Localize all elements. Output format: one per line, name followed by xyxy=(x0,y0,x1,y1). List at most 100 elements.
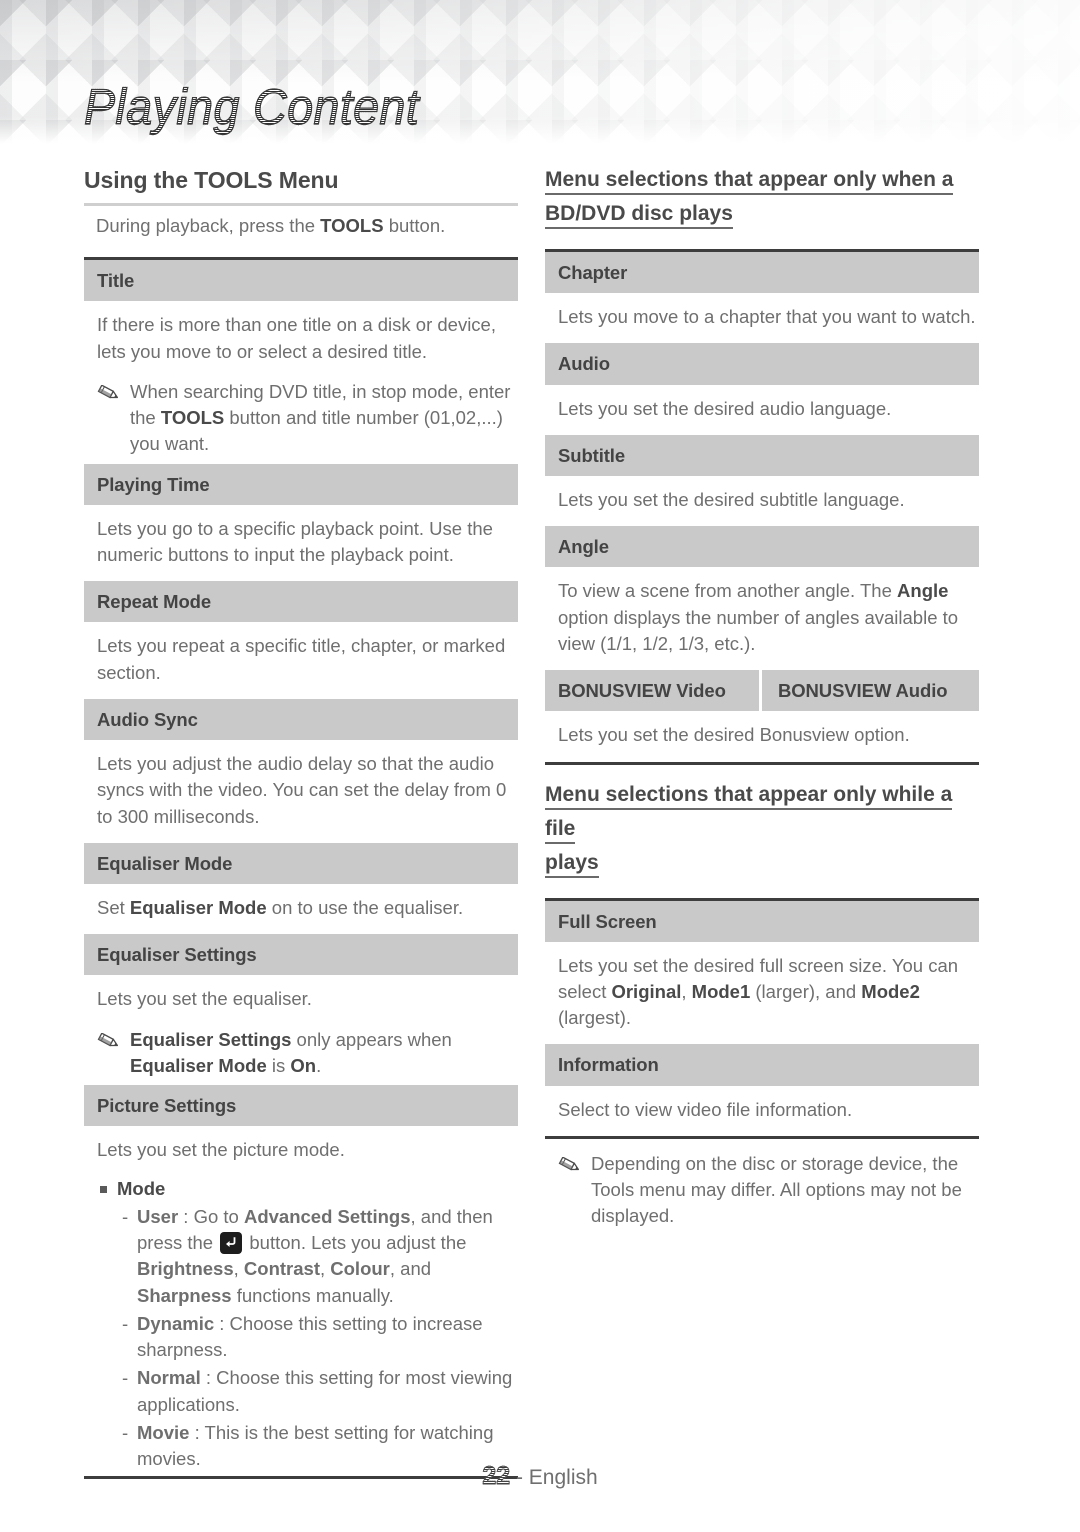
sub-item-normal-label: Normal xyxy=(137,1367,201,1389)
note-eq-mid: only appears when xyxy=(291,1028,452,1050)
bonusview-audio-header: BONUSVIEW Audio xyxy=(759,670,979,712)
sub-item-user-b5: Sharpness xyxy=(137,1284,232,1306)
table-row-body-subtitle: Lets you set the desired subtitle langua… xyxy=(558,488,905,510)
intro-text-part2: button. xyxy=(383,214,446,236)
eq-mode-post: on to use the equaliser. xyxy=(266,896,464,918)
tools-menu-table: Title If there is more than one title on… xyxy=(84,257,518,1480)
note-title-text: When searching DVD title, in stop mode, … xyxy=(130,379,514,458)
table-row-header-equaliser-settings: Equaliser Settings xyxy=(84,934,518,976)
note-title: When searching DVD title, in stop mode, … xyxy=(84,375,518,464)
table-row-header-repeat-mode: Repeat Mode xyxy=(84,581,518,623)
list-item: - Dynamic : Choose this setting to incre… xyxy=(100,1309,518,1364)
table-row-body-title: If there is more than one title on a dis… xyxy=(97,314,496,362)
section-heading-tools-menu: Using the TOOLS Menu xyxy=(84,167,339,193)
fullscreen-c1: , xyxy=(681,980,692,1002)
table-row-body-audio: Lets you set the desired audio language. xyxy=(558,397,892,419)
sub-item-dynamic-label: Dynamic xyxy=(137,1312,215,1334)
sub-item-user-b2: Brightness xyxy=(137,1258,234,1280)
fullscreen-b3: Mode2 xyxy=(861,980,920,1002)
eq-mode-bold: Equaliser Mode xyxy=(129,896,267,918)
section-heading-file-plays-line1: Menu selections that appear only while a… xyxy=(545,782,953,844)
note-eq-end: . xyxy=(316,1054,322,1076)
table-row-body-picture-settings: Lets you set the picture mode. xyxy=(97,1139,345,1161)
table-row-body-audio-sync: Lets you adjust the audio delay so that … xyxy=(97,753,507,827)
table-row-header-picture-settings: Picture Settings xyxy=(84,1085,518,1127)
sub-item-user-pre: Go to xyxy=(193,1205,244,1227)
sub-item-normal-sep: : xyxy=(200,1367,217,1389)
table-row-body-full-screen: Lets you set the desired full screen siz… xyxy=(545,942,979,1045)
list-item: - Normal : Choose this setting for most … xyxy=(100,1363,518,1418)
table-row-header-audio-sync: Audio Sync xyxy=(84,698,518,741)
angle-bold: Angle xyxy=(897,580,949,602)
table-row-header-angle: Angle xyxy=(545,526,979,568)
table-row-body-equaliser-mode: Set Equaliser Mode on to use the equalis… xyxy=(84,884,518,934)
intro-text: During playback, press the TOOLS button. xyxy=(96,213,518,239)
right-column: Menu selections that appear only when a … xyxy=(545,150,979,1236)
note-eq-b3: On xyxy=(290,1054,317,1076)
section-heading-bd-dvd-line2: BD/DVD disc plays xyxy=(545,202,733,230)
note-title-bold: TOOLS xyxy=(160,407,225,429)
sub-item-user-c2: , xyxy=(319,1258,331,1280)
file-plays-table: Full Screen Lets you set the desired ful… xyxy=(545,897,979,1139)
dash-bullet-icon: - xyxy=(122,1312,129,1334)
note-equaliser-text: Equaliser Settings only appears when Equ… xyxy=(130,1027,514,1080)
intro-text-part1: During playback, press the xyxy=(96,214,321,236)
sub-item-user-b3: Contrast xyxy=(243,1258,320,1280)
bullet-mode: Mode xyxy=(100,1174,518,1202)
table-row-body-information: Select to view video file information. xyxy=(558,1098,853,1120)
sub-item-user-sep: : xyxy=(178,1205,194,1227)
page-title: Playing Content xyxy=(83,78,420,136)
left-column: Using the TOOLS Menu During playback, pr… xyxy=(84,150,518,1480)
table-row-body-equaliser-settings: Lets you set the equaliser. xyxy=(97,988,312,1010)
sub-item-user-c3: , and xyxy=(389,1258,432,1280)
sub-item-user-label: User xyxy=(137,1205,179,1227)
fullscreen-t2: (largest). xyxy=(558,1007,631,1029)
bullet-mode-label: Mode xyxy=(117,1177,166,1199)
table-row-header-audio: Audio xyxy=(545,343,979,385)
page-footer: 22 - English xyxy=(0,1462,1080,1491)
intro-text-bold: TOOLS xyxy=(320,214,384,236)
table-row-body-bonusview: Lets you set the desired Bonusview optio… xyxy=(558,724,910,746)
table-row-header-equaliser-mode: Equaliser Mode xyxy=(84,842,518,884)
sub-item-movie-label: Movie xyxy=(137,1421,190,1443)
table-row-header-bonusview: BONUSVIEW Video BONUSVIEW Audio xyxy=(545,670,979,712)
dash-bullet-icon: - xyxy=(122,1205,129,1227)
table-row-body-playing-time: Lets you go to a specific playback point… xyxy=(97,517,493,565)
heading-rule xyxy=(84,202,518,206)
table-row-header-title: Title xyxy=(84,260,518,302)
note-final: Depending on the disc or storage device,… xyxy=(545,1139,979,1236)
fullscreen-b1: Original xyxy=(611,980,682,1002)
sub-item-dynamic: Dynamic : Choose this setting to increas… xyxy=(137,1311,518,1364)
angle-pre: To view a scene from another angle. The xyxy=(558,580,898,602)
sub-item-user-c1: , xyxy=(233,1258,244,1280)
footer-language: - English xyxy=(515,1466,598,1489)
pencil-icon xyxy=(97,383,121,409)
sub-item-dynamic-sep: : xyxy=(214,1312,230,1334)
picture-mode-bullet-list: Mode - User : Go to Advanced Settings , a… xyxy=(84,1174,518,1477)
sub-item-user-b1: Advanced Settings xyxy=(243,1205,411,1227)
section-heading-bd-dvd-line1: Menu selections that appear only when a xyxy=(545,168,954,195)
bonusview-video-header: BONUSVIEW Video xyxy=(558,680,726,702)
fullscreen-t1: (larger), and xyxy=(750,980,862,1002)
pencil-icon xyxy=(558,1155,582,1181)
sub-item-user: User : Go to Advanced Settings, and then… xyxy=(137,1204,518,1309)
bd-dvd-table: Chapter Lets you move to a chapter that … xyxy=(545,249,979,765)
dash-bullet-icon: - xyxy=(122,1367,129,1389)
eq-mode-pre: Set xyxy=(97,896,130,918)
note-final-text: Depending on the disc or storage device,… xyxy=(591,1152,962,1227)
sub-item-normal: Normal : Choose this setting for most vi… xyxy=(137,1365,518,1418)
page-number: 22 xyxy=(482,1462,511,1491)
sub-item-movie-sep: : xyxy=(189,1421,205,1443)
sub-item-user-end: functions manually. xyxy=(231,1284,394,1306)
fullscreen-b2: Mode1 xyxy=(691,980,751,1002)
square-bullet-icon xyxy=(100,1185,107,1193)
section-heading-bd-dvd: Menu selections that appear only when a … xyxy=(545,163,979,231)
note-eq-mid2: is xyxy=(266,1054,291,1076)
note-eq-b1: Equaliser Settings xyxy=(130,1028,292,1050)
table-row-header-full-screen: Full Screen xyxy=(545,900,979,942)
section-heading-file-plays: Menu selections that appear only while a… xyxy=(545,778,979,880)
section-heading-file-plays-line2: plays xyxy=(545,850,599,878)
enter-button-icon xyxy=(220,1232,243,1255)
table-row-header-subtitle: Subtitle xyxy=(545,434,979,476)
table-row-body-repeat-mode: Lets you repeat a specific title, chapte… xyxy=(97,635,506,683)
